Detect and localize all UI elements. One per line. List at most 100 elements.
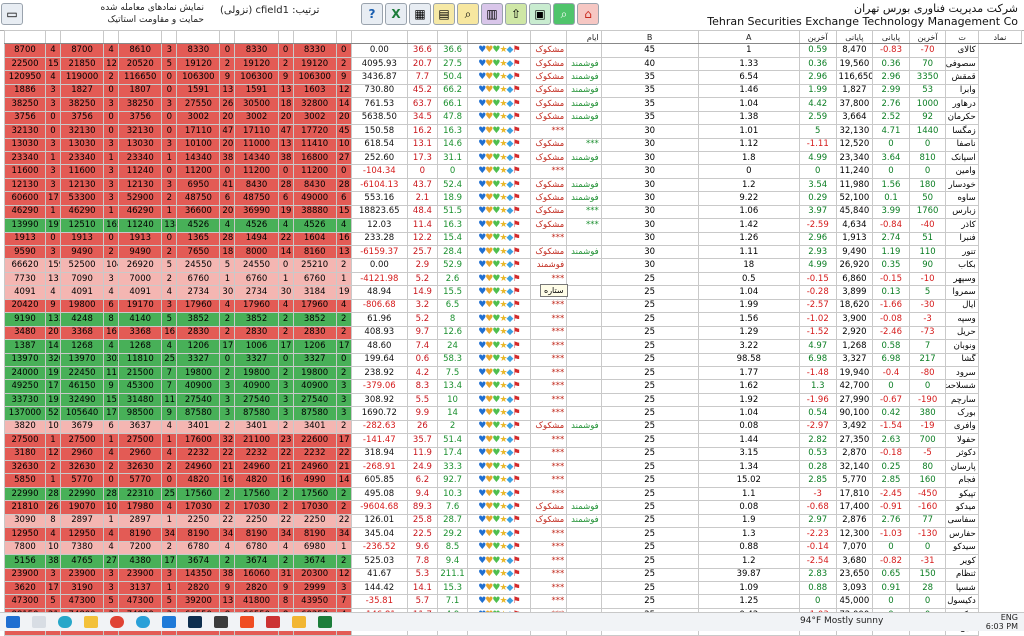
symbol-cell[interactable]: میدکو — [945, 500, 979, 515]
table-row[interactable]: 47300 5 47300 5 47300 5 39200 13 41800 8 43950 7 -35… — [4, 594, 1022, 609]
table-row[interactable]: 60600 17 53300 3 52900 2 48750 6 48750 6 49000 6 553… — [4, 191, 1022, 206]
search-panel-icon[interactable]: ⌕ — [457, 3, 479, 25]
system-clock[interactable]: ENG 6:03 PM — [986, 613, 1018, 631]
symbol-cell[interactable]: وسپه — [945, 312, 979, 327]
symbol-cell[interactable]: سیدکو — [945, 540, 979, 556]
col-header-a[interactable]: A — [697, 29, 800, 45]
symbol-cell[interactable]: حکرمان — [945, 110, 979, 126]
table-row[interactable]: 7800 10 7380 4 7200 2 6780 4 6780 4 6980 1 -236.52 9.… — [4, 540, 1022, 556]
table-row[interactable]: 8700 4 8700 4 8610 3 8330 0 8330 0 8330 0 0.00 36.6 36… — [4, 43, 1022, 58]
col-header[interactable] — [234, 29, 279, 45]
table-row[interactable]: 120950 4 119000 2 116650 0 106300 9 106300 9 10630… — [4, 70, 1022, 85]
table-row[interactable]: 3480 20 3368 16 3368 16 2830 2 2830 2 2830 2 408.93 9… — [4, 325, 1022, 341]
symbol-cell[interactable]: دکیسول — [945, 594, 979, 609]
table-row[interactable]: 12950 4 12950 4 8190 34 8190 34 8190 34 8190 34 345.… — [4, 527, 1022, 542]
symbol-cell[interactable]: گشا — [945, 352, 979, 367]
table-row[interactable]: 12130 3 12130 3 12130 3 6950 41 8430 28 8430 28 -610… — [4, 177, 1022, 193]
weather-widget[interactable]: 94°F Mostly sunny — [800, 616, 883, 626]
photoshop-icon[interactable] — [188, 616, 202, 628]
table-row[interactable]: 5850 1 5770 0 5770 0 4820 16 4820 16 4990 14 605.85 6… — [4, 473, 1022, 488]
col-header[interactable] — [44, 29, 62, 45]
edge-browser-icon[interactable] — [58, 616, 72, 628]
table-row[interactable]: 9190133424884140538522385223852261.965.2… — [4, 312, 1022, 327]
table-row[interactable]: 1913 0 1913 0 1913 0 1365 28 1494 22 1604 16 233.28 1… — [4, 231, 1022, 247]
symbol-cell[interactable]: وسپهر — [945, 271, 979, 287]
symbol-cell[interactable]: بورک — [945, 406, 979, 421]
col-header-close2[interactable]: پایانی — [872, 29, 910, 45]
table-row[interactable]: 137000 52 105640 17 98500 9 87580 3 87580 3 87580 3… — [4, 406, 1022, 421]
col-header[interactable] — [436, 29, 469, 45]
symbol-cell[interactable]: فنبرا — [945, 231, 979, 247]
symbol-cell[interactable]: درهاور — [945, 97, 979, 112]
telegram-icon[interactable] — [136, 616, 150, 628]
symbol-cell[interactable]: حریل — [945, 325, 979, 341]
notes-icon[interactable] — [292, 616, 306, 628]
filter-icon[interactable]: ▤ — [433, 3, 455, 25]
table-row[interactable]: 22500 15 21850 12 20520 5 19120 2 19120 2 19120 2 40… — [4, 56, 1022, 72]
table-row[interactable]: 5156 38 4765 27 4380 17 3674 2 3674 2 3674 2 525.03 7… — [4, 554, 1022, 569]
help-icon[interactable]: ? — [361, 3, 383, 25]
home-icon[interactable]: ⌂ — [577, 3, 599, 25]
col-header[interactable] — [103, 29, 120, 45]
symbol-cell[interactable]: زبارس — [945, 204, 979, 220]
search-icon[interactable]: ⌕ — [553, 3, 575, 25]
symbol-cell[interactable]: بکاب — [945, 258, 979, 273]
table-row[interactable]: 23340 1 23340 1 23340 1 14340 38 14340 38 16800 27 2… — [4, 150, 1022, 166]
col-header-signal[interactable] — [529, 29, 568, 45]
app-icon[interactable] — [214, 616, 228, 628]
symbol-cell[interactable]: ایال — [945, 298, 979, 314]
symbol-cell[interactable]: پارسان — [945, 459, 979, 475]
symbol-cell[interactable]: شسپا — [945, 580, 979, 596]
col-header-ayam[interactable]: ایام — [566, 29, 602, 45]
col-header[interactable] — [350, 29, 408, 45]
table-row[interactable]: 6662015952500104269205245505245500252102… — [4, 258, 1022, 273]
col-header[interactable] — [60, 29, 105, 45]
symbol-cell[interactable]: سمروا — [945, 285, 979, 300]
col-header-symbol[interactable]: نماد — [977, 29, 1023, 45]
symbol-cell[interactable]: حفارس — [945, 527, 979, 542]
search-taskbar-icon[interactable] — [32, 616, 46, 628]
table-row[interactable]: 49250 17 46150 9 45300 7 40900 3 40900 3 40900 3 -37… — [4, 379, 1022, 394]
table-row[interactable]: 1399019712510165112401384526445264452641… — [4, 218, 1022, 233]
col-header[interactable] — [161, 29, 178, 45]
table-row[interactable]: 46290 1 46290 1 46290 1 36600 20 36990 19 38880 15 1… — [4, 204, 1022, 220]
col-header[interactable] — [176, 29, 221, 45]
excel-taskbar-icon[interactable] — [318, 616, 332, 628]
col-header-last[interactable]: آخرین — [798, 29, 837, 45]
col-header[interactable] — [335, 29, 352, 45]
col-header-icons[interactable] — [467, 29, 531, 45]
symbol-cell[interactable]: کاذر — [945, 218, 979, 233]
up-arrow-icon[interactable]: ⇧ — [505, 3, 527, 25]
table-row[interactable]: 3820 10 3679 6 3637 4 3401 2 3401 2 3401 2 -282.63 26… — [4, 419, 1022, 435]
symbol-cell[interactable]: زمگسا — [945, 124, 979, 139]
table-row[interactable]: 24000 19 22450 11 21500 7 19800 2 19800 2 19800 2 23… — [4, 365, 1022, 381]
symbol-cell[interactable]: سرود — [945, 365, 979, 381]
col-header[interactable] — [4, 29, 46, 45]
symbol-cell[interactable]: وافری — [945, 419, 979, 435]
table-row[interactable]: 9590 3 9490 2 9490 2 7650 18 8000 14 8160 13 -6159.3… — [4, 244, 1022, 260]
col-header[interactable] — [118, 29, 163, 45]
layout-icon[interactable]: ▥ — [481, 3, 503, 25]
grid-icon[interactable]: ▦ — [409, 3, 431, 25]
symbol-cell[interactable]: ناصفا — [945, 137, 979, 152]
table-row[interactable]: 3090 8 2897 1 2897 1 2250 22 2250 22 2250 22 126.01 2… — [4, 513, 1022, 529]
col-header-close[interactable]: پایانی — [835, 29, 874, 45]
table-row[interactable]: 38250 3 38250 3 38250 3 27550 26 30500 18 32800 14 7… — [4, 97, 1022, 112]
table-row[interactable]: 3620 17 3190 3 3137 1 2820 9 2820 9 2999 3 144.42 14.… — [4, 580, 1022, 596]
table-row[interactable]: 13030 3 13030 3 13030 3 10100 20 11000 13 11410 10 6… — [4, 137, 1022, 152]
symbol-cell[interactable]: شسلاحت — [945, 379, 979, 394]
table-row[interactable]: 3756 0 3756 0 3756 0 3002 20 3002 20 3002 20 5638.50… — [4, 110, 1022, 126]
symbol-cell[interactable]: حفولا — [945, 433, 979, 448]
chrome-icon[interactable] — [110, 616, 124, 628]
table-row[interactable]: 20420 9 19800 6 19170 3 17960 4 17960 4 17960 4 -806… — [4, 298, 1022, 314]
settings-panel-icon[interactable]: ▣ — [529, 3, 551, 25]
symbol-cell[interactable]: کالای — [945, 43, 979, 58]
symbol-cell[interactable]: وابرا — [945, 83, 979, 99]
brave-icon[interactable] — [240, 616, 254, 628]
table-row[interactable]: 32630 2 32630 2 32630 2 24960 21 24960 21 24960 21-… — [4, 459, 1022, 475]
col-header[interactable] — [277, 29, 294, 45]
file-explorer-icon[interactable] — [84, 616, 98, 628]
table-row[interactable]: 3180 12 2960 4 2960 4 2232 22 2232 22 2232 22 318.94… — [4, 446, 1022, 462]
table-row[interactable]: 7730 13 7090 3 7000 2 6760 1 6760 1 6760 1 -4121.98 5… — [4, 271, 1022, 287]
symbol-cell[interactable]: اسپانک — [945, 150, 979, 166]
